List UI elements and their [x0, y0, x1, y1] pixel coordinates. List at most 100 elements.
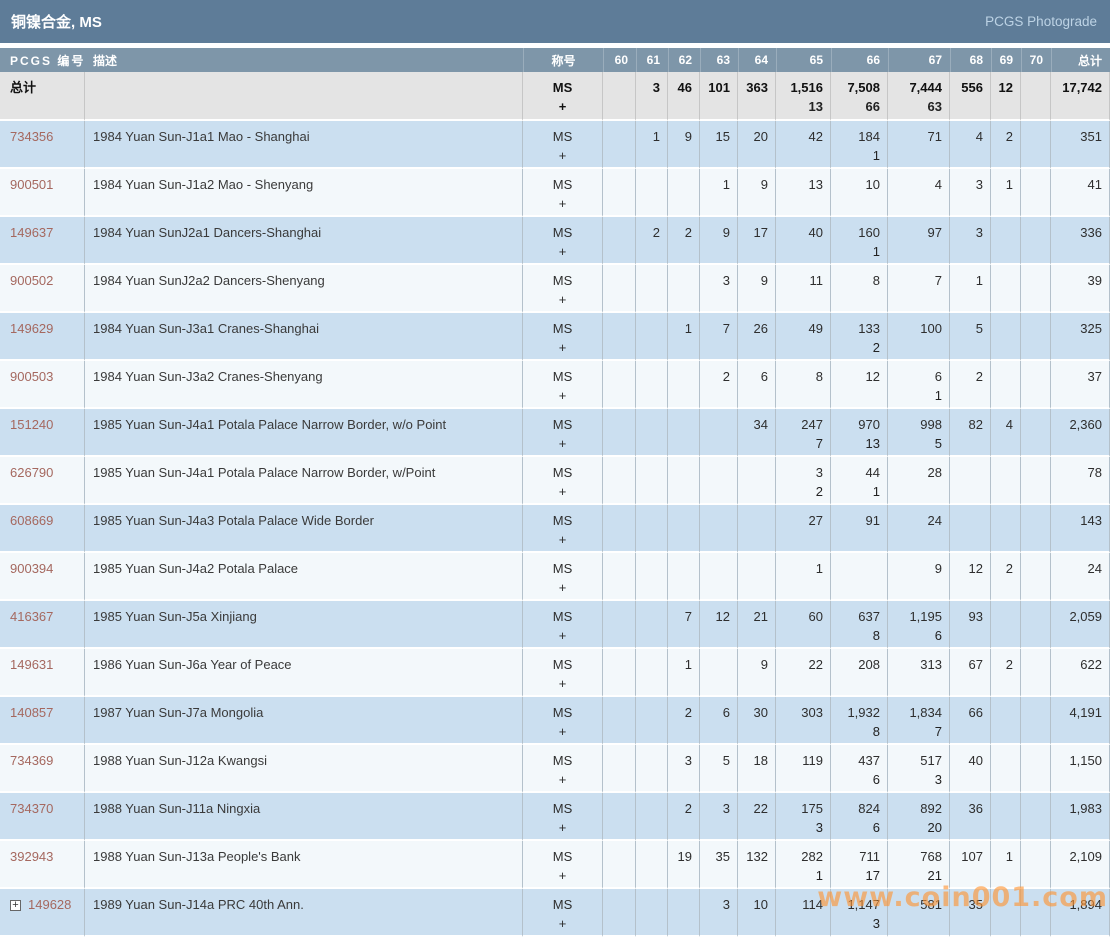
- grade-69-count-cell: 2: [991, 121, 1021, 169]
- grade-64-count-cell: 132: [738, 841, 776, 889]
- pcgs-number-link[interactable]: 149629: [10, 321, 53, 336]
- grade-66-count-cell: [831, 553, 888, 601]
- pcgs-number-link[interactable]: 151240: [10, 417, 53, 432]
- pcgs-number-link[interactable]: 734356: [10, 129, 53, 144]
- grade-66-count-cell: 970 13: [831, 409, 888, 457]
- column-header-pcgs-number: PCGS 编号: [0, 48, 85, 72]
- grade-69-count-cell: [991, 505, 1021, 553]
- grade-66-count-cell: 824 6: [831, 793, 888, 841]
- grade-70-count-cell: [1021, 217, 1051, 265]
- table-row: 149637 1984 Yuan SunJ2a1 Dancers-Shanghai…: [0, 217, 1110, 265]
- grade-total-count-cell: 336: [1051, 217, 1110, 265]
- grade-61-count-cell: [636, 601, 668, 649]
- pcgs-number-cell: 416367: [0, 601, 85, 649]
- grade-60-count-cell: [603, 265, 636, 313]
- grade-total-count-cell: 39: [1051, 265, 1110, 313]
- pcgs-number-link[interactable]: 149631: [10, 657, 53, 672]
- pcgs-number-link[interactable]: 626790: [10, 465, 53, 480]
- grade-67-count-cell: 100: [888, 313, 950, 361]
- table-row: 149629 1984 Yuan Sun-J3a1 Cranes-Shanghai…: [0, 313, 1110, 361]
- grade-63-count-cell: 12: [700, 601, 738, 649]
- designation-cell: MS +: [523, 361, 603, 409]
- pcgs-number-link[interactable]: 900501: [10, 177, 53, 192]
- grade-70-count-cell: [1021, 361, 1051, 409]
- photograde-link[interactable]: PCGS Photograde: [985, 14, 1097, 29]
- designation-cell: MS +: [523, 841, 603, 889]
- grade-70-count-cell: [1021, 457, 1051, 505]
- grade-65-count-cell: 11: [776, 265, 831, 313]
- grade-63-count-cell: 5: [700, 745, 738, 793]
- column-header-grade-64: 64: [738, 48, 776, 72]
- pcgs-number-link[interactable]: 140857: [10, 705, 53, 720]
- grade-65-count-cell: 40: [776, 217, 831, 265]
- grade-65-count-cell: 1: [776, 553, 831, 601]
- expand-icon[interactable]: +: [10, 900, 21, 911]
- grade-65-count-cell: 42: [776, 121, 831, 169]
- grade-68-count-cell: 3: [950, 169, 991, 217]
- grade-total-count-cell: 2,360: [1051, 409, 1110, 457]
- grade-68-count-cell: 12: [950, 553, 991, 601]
- grade-66-count-cell: 8: [831, 265, 888, 313]
- table-row: 734356 1984 Yuan Sun-J1a1 Mao - Shanghai M…: [0, 121, 1110, 169]
- table-row: 416367 1985 Yuan Sun-J5a Xinjiang MS + 7 12 21…: [0, 601, 1110, 649]
- table-row: 626790 1985 Yuan Sun-J4a1 Potala Palace N…: [0, 457, 1110, 505]
- pcgs-number-link[interactable]: 416367: [10, 609, 53, 624]
- grade-62-count-cell: [668, 553, 700, 601]
- pcgs-number-link[interactable]: 900503: [10, 369, 53, 384]
- grade-64-count-cell: 34: [738, 409, 776, 457]
- grade-61-count-cell: [636, 841, 668, 889]
- pcgs-number-cell: 900502: [0, 265, 85, 313]
- grade-63-count-cell: 2: [700, 361, 738, 409]
- grade-60-count-cell: [603, 169, 636, 217]
- pcgs-number-link[interactable]: 900394: [10, 561, 53, 576]
- grade-64-count-cell: 6: [738, 361, 776, 409]
- pcgs-number-link[interactable]: 734370: [10, 801, 53, 816]
- designation-cell: MS +: [523, 697, 603, 745]
- grade-total-count-cell: 351: [1051, 121, 1110, 169]
- column-header-grade-69: 69: [991, 48, 1021, 72]
- pcgs-number-link[interactable]: 392943: [10, 849, 53, 864]
- description-cell: 1985 Yuan Sun-J4a3 Potala Palace Wide Bo…: [85, 505, 523, 553]
- grade-total-count-cell: 41: [1051, 169, 1110, 217]
- grade-70-count-cell: [1021, 553, 1051, 601]
- grade-64-count-cell: 21: [738, 601, 776, 649]
- pcgs-number-cell: 392943: [0, 841, 85, 889]
- grade-68-count-cell: [950, 505, 991, 553]
- grade-total-count-cell: 1,150: [1051, 745, 1110, 793]
- description-cell: 1984 Yuan Sun-J3a2 Cranes-Shenyang: [85, 361, 523, 409]
- grade-60-count-cell: [603, 505, 636, 553]
- grade-63-count-cell: 7: [700, 313, 738, 361]
- description-cell: 1988 Yuan Sun-J13a People's Bank: [85, 841, 523, 889]
- grade-65-count-cell: 22: [776, 649, 831, 697]
- title-bar: 铜镍合金, MS PCGS Photograde: [0, 0, 1110, 43]
- grade-69-count-cell: [991, 217, 1021, 265]
- pcgs-number-link[interactable]: 900502: [10, 273, 53, 288]
- grade-60-count-cell: [603, 409, 636, 457]
- grade-61-count-cell: [636, 505, 668, 553]
- pcgs-number-cell: 900394: [0, 553, 85, 601]
- pcgs-number-link[interactable]: 608669: [10, 513, 53, 528]
- grade-68-count-cell: 35: [950, 889, 991, 937]
- pcgs-number-link[interactable]: 734369: [10, 753, 53, 768]
- grade-68-count-cell: 66: [950, 697, 991, 745]
- grade-65-count-cell: 247 7: [776, 409, 831, 457]
- pcgs-number-cell: 626790: [0, 457, 85, 505]
- grade-64-count-cell: 17: [738, 217, 776, 265]
- pcgs-number-link[interactable]: 149637: [10, 225, 53, 240]
- grade-70-count-cell: [1021, 121, 1051, 169]
- pcgs-number-cell: 900501: [0, 169, 85, 217]
- grade-70-count-cell: [1021, 409, 1051, 457]
- description-cell: 1989 Yuan Sun-J14a PRC 40th Ann.: [85, 889, 523, 937]
- grade-67-count-cell: 4: [888, 169, 950, 217]
- table-row: 900394 1985 Yuan Sun-J4a2 Potala Palace MS…: [0, 553, 1110, 601]
- grade-60-count-cell: [603, 601, 636, 649]
- grade-67-count-cell: 517 3: [888, 745, 950, 793]
- grade-63-count-cell: 35: [700, 841, 738, 889]
- pcgs-number-link[interactable]: 149628: [28, 897, 71, 912]
- grade-67-count-cell: 9: [888, 553, 950, 601]
- grade-60-count-cell: [603, 72, 636, 121]
- grade-69-count-cell: [991, 697, 1021, 745]
- grade-70-count-cell: [1021, 313, 1051, 361]
- grade-66-count-cell: 160 1: [831, 217, 888, 265]
- grade-67-count-cell: 28: [888, 457, 950, 505]
